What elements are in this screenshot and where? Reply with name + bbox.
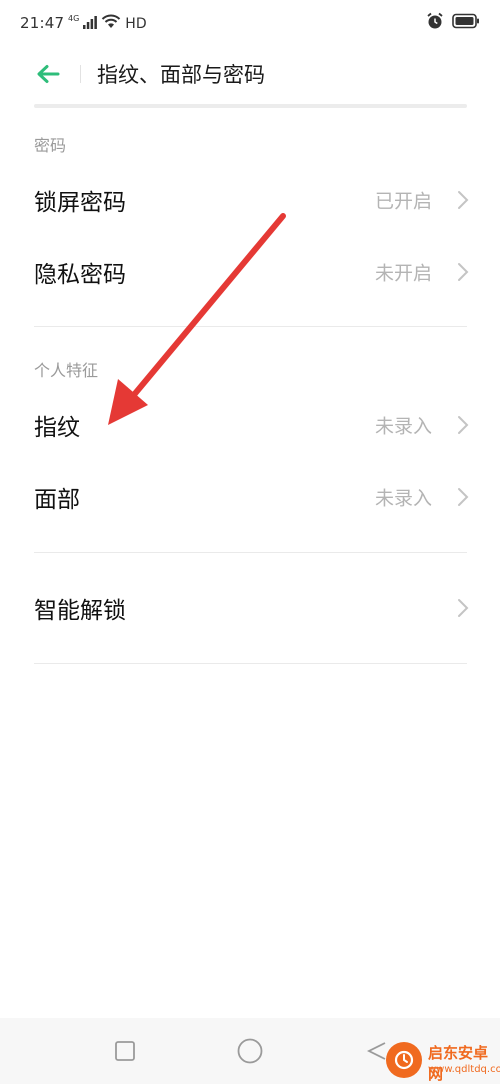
- chevron-right-icon: [456, 189, 470, 211]
- header-divider: [80, 65, 81, 83]
- item-value: 未录入: [374, 415, 432, 438]
- item-value: 已开启: [374, 190, 432, 213]
- status-bar: 21:47 4G HD: [0, 0, 500, 50]
- header-underline: [34, 104, 467, 108]
- list-item-lockscreen-password[interactable]: 锁屏密码 已开启: [0, 167, 500, 233]
- watermark: 启东安卓网 www.qdltdq.com: [380, 1036, 500, 1084]
- hd-label: HD: [125, 15, 147, 32]
- alarm-icon: [426, 12, 444, 34]
- page-title: 指纹、面部与密码: [97, 63, 265, 87]
- battery-icon: [452, 13, 480, 33]
- back-arrow-icon: [36, 64, 60, 88]
- chevron-right-icon: [456, 597, 470, 619]
- back-button[interactable]: [30, 58, 66, 94]
- section-divider: [34, 552, 467, 553]
- section-title-biometrics: 个人特征: [34, 361, 99, 380]
- watermark-brand: 启东安卓网: [428, 1044, 489, 1083]
- status-right: [426, 12, 480, 34]
- watermark-logo-icon: [386, 1042, 422, 1078]
- section-title-password: 密码: [34, 136, 67, 155]
- list-item-smart-unlock[interactable]: 智能解锁: [0, 575, 500, 641]
- item-value: 未开启: [374, 262, 432, 285]
- header: 指纹、面部与密码: [0, 50, 500, 100]
- item-value: 未录入: [374, 487, 432, 510]
- signal-icon: [83, 15, 98, 33]
- section-divider: [34, 326, 467, 327]
- item-label: 智能解锁: [34, 598, 126, 624]
- item-label: 指纹: [34, 415, 80, 441]
- recents-button[interactable]: [110, 1036, 140, 1066]
- network-type-label: 4G: [68, 13, 80, 23]
- item-label: 锁屏密码: [34, 190, 126, 216]
- home-button[interactable]: [235, 1036, 265, 1066]
- item-label: 隐私密码: [34, 262, 126, 288]
- watermark-url: www.qdltdq.com: [428, 1064, 500, 1075]
- status-time: 21:47: [20, 14, 65, 32]
- chevron-right-icon: [456, 486, 470, 508]
- chevron-right-icon: [456, 261, 470, 283]
- list-item-privacy-password[interactable]: 隐私密码 未开启: [0, 239, 500, 305]
- item-label: 面部: [34, 487, 80, 513]
- list-item-fingerprint[interactable]: 指纹 未录入: [0, 392, 500, 458]
- annotation-arrow-icon: [108, 213, 286, 425]
- section-divider: [34, 663, 467, 664]
- status-icons: 4G HD: [68, 14, 147, 33]
- wifi-icon: [101, 14, 121, 33]
- list-item-face[interactable]: 面部 未录入: [0, 464, 500, 530]
- chevron-right-icon: [456, 414, 470, 436]
